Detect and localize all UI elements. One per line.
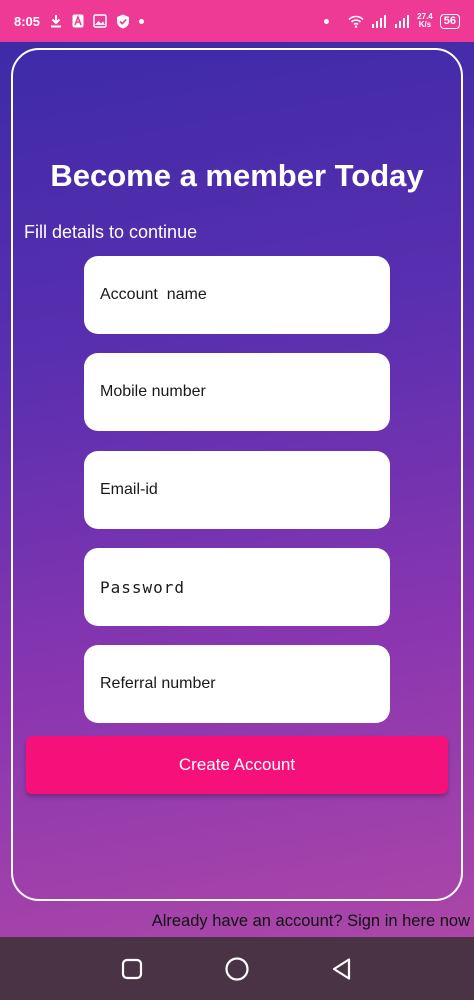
network-speed: 27.4 K/s xyxy=(417,12,433,29)
sign-in-link[interactable]: Already have an account? Sign in here no… xyxy=(152,912,470,931)
back-icon[interactable] xyxy=(322,949,362,989)
battery-level: 56 xyxy=(443,14,456,27)
status-time: 8:05 xyxy=(14,13,41,29)
email-input[interactable] xyxy=(84,451,390,529)
page-title: Become a member Today xyxy=(50,158,424,193)
wifi-icon xyxy=(348,15,364,28)
account-name-input[interactable] xyxy=(84,256,390,334)
download-icon xyxy=(49,14,63,28)
signal-icon xyxy=(371,14,387,28)
referral-number-input[interactable] xyxy=(84,645,390,723)
shield-icon xyxy=(116,14,130,29)
recent-apps-icon[interactable] xyxy=(112,949,152,989)
battery-icon: 56 xyxy=(439,13,460,29)
home-icon[interactable] xyxy=(217,949,257,989)
password-input[interactable] xyxy=(84,548,390,626)
signal-icon xyxy=(394,14,410,28)
status-bar: 8:05 27.4 K/s 56 xyxy=(0,0,474,42)
create-account-button[interactable]: Create Account xyxy=(26,736,448,794)
image-icon xyxy=(93,14,107,28)
mobile-number-input[interactable] xyxy=(84,353,390,431)
page-subtitle: Fill details to continue xyxy=(24,222,198,242)
navigation-bar xyxy=(0,937,474,1000)
notification-dot-icon xyxy=(139,18,145,24)
notification-dot-icon xyxy=(324,18,330,24)
a-icon xyxy=(72,14,84,28)
